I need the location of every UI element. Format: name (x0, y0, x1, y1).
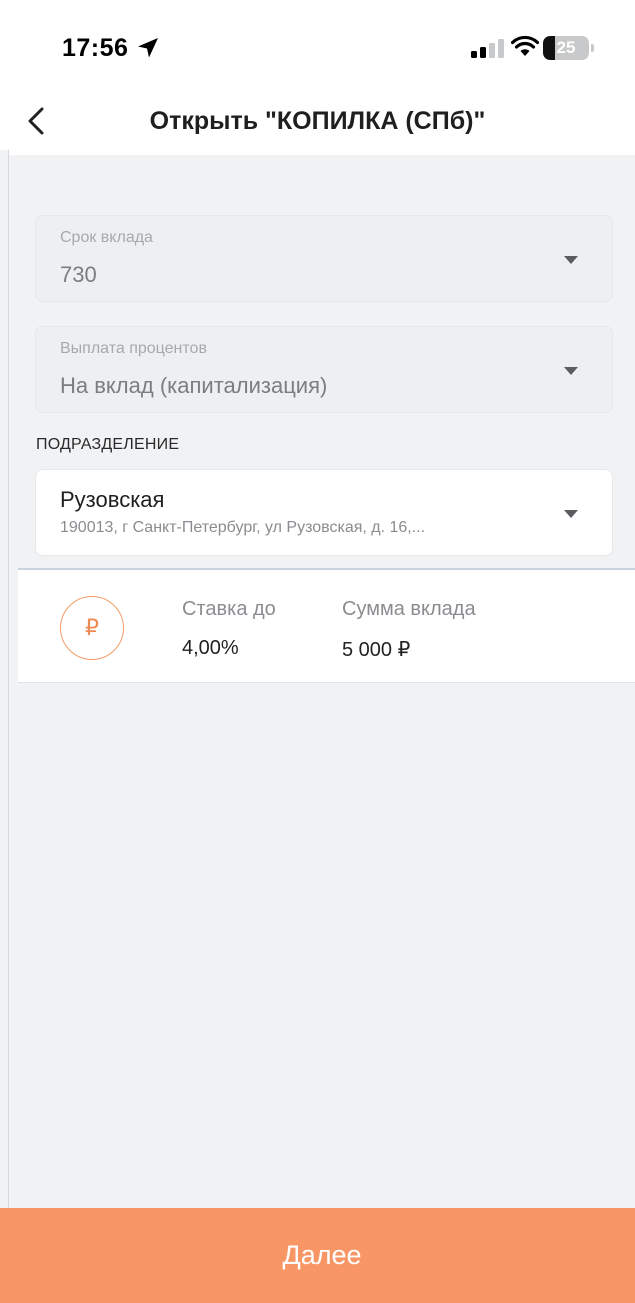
background-edge (0, 150, 8, 1300)
ruble-icon: ₽ (60, 596, 124, 660)
amount-label: Сумма вклада (342, 598, 476, 620)
background-edge-accent (0, 1208, 9, 1303)
back-button[interactable] (16, 101, 56, 141)
amount-value: 5 000 ₽ (342, 639, 411, 661)
rate-value: 4,00% (182, 637, 239, 659)
branch-address: 190013, г Санкт-Петербург, ул Рузовская,… (60, 519, 426, 536)
chevron-left-icon (28, 107, 44, 135)
deposit-summary: ₽ Ставка до 4,00% Сумма вклада 5 000 ₽ (18, 568, 635, 683)
currency-symbol: ₽ (85, 615, 99, 640)
page-title: Открыть "КОПИЛКА (СПб)" (149, 107, 486, 135)
branch-select[interactable]: Рузовская 190013, г Санкт-Петербург, ул … (35, 469, 613, 556)
rate-label: Ставка до (182, 598, 276, 620)
battery-level: 25 (556, 38, 576, 57)
battery-icon: 25 (543, 36, 595, 60)
branch-name: Рузовская (60, 487, 165, 512)
next-button[interactable]: Далее (9, 1208, 635, 1303)
caret-down-icon[interactable] (564, 510, 578, 518)
interest-payment-value: На вклад (капитализация) (60, 373, 328, 398)
signal-icon (471, 39, 504, 58)
term-select[interactable]: Срок вклада 730 (35, 215, 613, 302)
caret-down-icon[interactable] (564, 256, 578, 264)
status-bar: 17:56 25 (0, 0, 635, 95)
next-button-label: Далее (282, 1240, 362, 1270)
form-content: Срок вклада 730 Выплата процентов На вкл… (9, 155, 635, 1208)
branch-section-label: ПОДРАЗДЕЛЕНИЕ (36, 436, 180, 453)
header: Открыть "КОПИЛКА (СПб)" (0, 95, 635, 155)
location-arrow-icon (138, 38, 158, 58)
interest-payment-label: Выплата процентов (60, 340, 207, 357)
term-label: Срок вклада (60, 229, 153, 246)
wifi-icon (511, 35, 539, 56)
interest-payment-select[interactable]: Выплата процентов На вклад (капитализаци… (35, 326, 613, 413)
amount-block: Сумма вклада 5 000 ₽ (342, 598, 476, 662)
rate-block: Ставка до 4,00% (182, 598, 276, 660)
caret-down-icon[interactable] (564, 367, 578, 375)
status-time: 17:56 (62, 34, 129, 62)
term-value: 730 (60, 262, 97, 287)
